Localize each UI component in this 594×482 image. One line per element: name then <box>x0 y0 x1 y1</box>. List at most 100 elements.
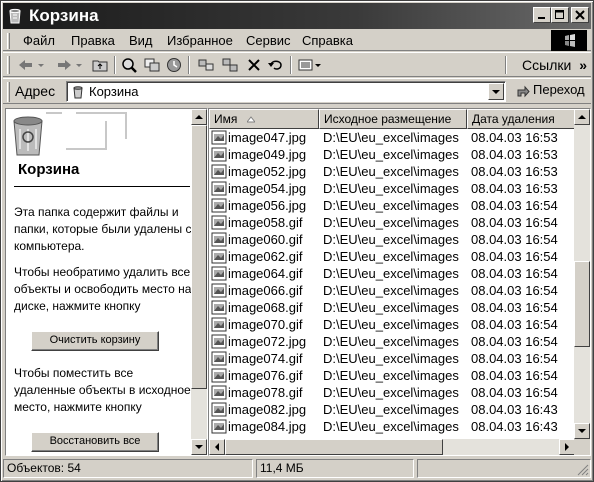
resize-grip-icon[interactable] <box>577 464 589 476</box>
table-row[interactable]: image056.jpg D:\EU\eu_excel\images 08.04.0… <box>209 197 575 214</box>
file-source: D:\EU\eu_excel\images <box>323 164 459 179</box>
file-name: image058.gif <box>228 215 303 230</box>
undo-icon[interactable] <box>267 57 285 73</box>
address-label: Адрес <box>15 83 56 99</box>
delete-icon[interactable] <box>245 57 263 73</box>
menu-view[interactable]: Вид <box>129 33 153 49</box>
maximize-button[interactable] <box>551 7 569 23</box>
file-list-vscrollbar[interactable] <box>574 109 590 439</box>
column-header-date[interactable]: Дата удаления <box>467 109 575 129</box>
file-source: D:\EU\eu_excel\images <box>323 351 459 366</box>
address-bar: Адрес Корзина Переход <box>3 78 591 104</box>
window-title: Корзина <box>29 6 99 25</box>
address-input[interactable]: Корзина <box>66 81 506 102</box>
file-name: image054.jpg <box>228 181 307 196</box>
move-to-icon[interactable] <box>197 57 215 73</box>
info-panel-scrollbar[interactable] <box>191 109 207 455</box>
column-header-source[interactable]: Исходное размещение <box>319 109 467 129</box>
table-row[interactable]: image064.gif D:\EU\eu_excel\images 08.04.0… <box>209 265 575 282</box>
image-file-icon <box>211 368 227 383</box>
info-panel: Корзина Эта папка содержит файлы и папки… <box>5 108 208 456</box>
table-row[interactable]: image060.gif D:\EU\eu_excel\images 08.04.0… <box>209 231 575 248</box>
column-header-name[interactable]: Имя <box>209 109 319 129</box>
file-name: image082.jpg <box>228 402 307 417</box>
links-more-chevron-icon[interactable]: » <box>579 57 587 73</box>
up-folder-icon[interactable] <box>91 57 109 73</box>
views-icon[interactable] <box>297 57 323 73</box>
file-name: image056.jpg <box>228 198 307 213</box>
file-list-hscrollbar[interactable] <box>209 439 575 455</box>
table-row[interactable]: image054.jpg D:\EU\eu_excel\images 08.04.0… <box>209 180 575 197</box>
file-name: image052.jpg <box>228 164 307 179</box>
status-zone <box>417 459 591 478</box>
scroll-down-button[interactable] <box>191 439 207 455</box>
table-row[interactable]: image052.jpg D:\EU\eu_excel\images 08.04.0… <box>209 163 575 180</box>
title-bar[interactable]: Корзина <box>3 3 591 29</box>
file-name: image066.gif <box>228 283 303 298</box>
image-file-icon <box>211 232 227 247</box>
minimize-button[interactable] <box>533 7 551 23</box>
toolbar-separator <box>290 56 292 74</box>
file-source: D:\EU\eu_excel\images <box>323 385 459 400</box>
forward-dropdown-icon[interactable] <box>75 57 83 73</box>
table-row[interactable]: image074.gif D:\EU\eu_excel\images 08.04.0… <box>209 350 575 367</box>
table-row[interactable]: image078.gif D:\EU\eu_excel\images 08.04.0… <box>209 384 575 401</box>
copy-to-icon[interactable] <box>221 57 239 73</box>
file-date: 08.04.03 16:53 <box>471 181 558 196</box>
back-dropdown-icon[interactable] <box>37 57 45 73</box>
links-toolbar[interactable]: Ссылки » <box>522 57 587 73</box>
table-row[interactable]: image082.jpg D:\EU\eu_excel\images 08.04.0… <box>209 401 575 418</box>
file-source: D:\EU\eu_excel\images <box>323 181 459 196</box>
image-file-icon <box>211 283 227 298</box>
table-row[interactable]: image062.gif D:\EU\eu_excel\images 08.04.0… <box>209 248 575 265</box>
image-file-icon <box>211 130 227 145</box>
back-arrow-icon[interactable] <box>17 57 35 73</box>
scroll-up-button[interactable] <box>574 109 590 125</box>
go-label: Переход <box>533 82 585 97</box>
menu-edit[interactable]: Правка <box>71 33 115 49</box>
file-date: 08.04.03 16:53 <box>471 130 558 145</box>
scroll-left-button[interactable] <box>209 439 225 455</box>
scroll-thumb[interactable] <box>225 439 443 455</box>
menu-file[interactable]: Файл <box>23 33 55 49</box>
menu-help[interactable]: Справка <box>302 33 353 49</box>
search-icon[interactable] <box>121 57 139 73</box>
info-text-description: Эта папка содержит файлы и папки, которы… <box>14 205 192 253</box>
scroll-down-button[interactable] <box>574 423 590 439</box>
table-row[interactable]: image066.gif D:\EU\eu_excel\images 08.04.0… <box>209 282 575 299</box>
forward-arrow-icon[interactable] <box>55 57 73 73</box>
file-source: D:\EU\eu_excel\images <box>323 283 459 298</box>
scroll-up-button[interactable] <box>191 109 207 125</box>
info-text-empty-hint: Чтобы необратимо удалить все объекты и о… <box>14 265 192 313</box>
go-button[interactable]: Переход <box>515 82 585 102</box>
file-name: image049.jpg <box>228 147 307 162</box>
restore-all-button[interactable]: Восстановить все <box>31 432 159 452</box>
address-grip[interactable] <box>7 82 10 102</box>
scroll-thumb[interactable] <box>574 261 590 347</box>
history-icon[interactable] <box>165 57 183 73</box>
table-row[interactable]: image047.jpg D:\EU\eu_excel\images 08.04.0… <box>209 129 575 146</box>
table-row[interactable]: image072.jpg D:\EU\eu_excel\images 08.04.0… <box>209 333 575 350</box>
info-panel-title: Корзина <box>18 161 80 178</box>
recycle-bin-icon <box>6 7 24 25</box>
table-row[interactable]: image068.gif D:\EU\eu_excel\images 08.04.0… <box>209 299 575 316</box>
menu-grip[interactable] <box>7 33 10 49</box>
empty-recycle-bin-button[interactable]: Очистить корзину <box>31 331 159 351</box>
image-file-icon <box>211 181 227 196</box>
image-file-icon <box>211 266 227 281</box>
toolbar-grip[interactable] <box>7 56 10 74</box>
scroll-right-button[interactable] <box>559 439 575 455</box>
table-row[interactable]: image084.jpg D:\EU\eu_excel\images 08.04.0… <box>209 418 575 435</box>
table-row[interactable]: image058.gif D:\EU\eu_excel\images 08.04.0… <box>209 214 575 231</box>
table-row[interactable]: image070.gif D:\EU\eu_excel\images 08.04.0… <box>209 316 575 333</box>
scroll-thumb[interactable] <box>191 125 207 389</box>
address-dropdown-button[interactable] <box>488 83 504 100</box>
menu-tools[interactable]: Сервис <box>246 33 291 49</box>
file-name: image068.gif <box>228 300 303 315</box>
menu-favorites[interactable]: Избранное <box>167 33 233 49</box>
close-button[interactable] <box>571 7 589 23</box>
table-row[interactable]: image049.jpg D:\EU\eu_excel\images 08.04.0… <box>209 146 575 163</box>
folders-icon[interactable] <box>143 57 161 73</box>
scroll-corner <box>574 439 590 455</box>
table-row[interactable]: image076.gif D:\EU\eu_excel\images 08.04.0… <box>209 367 575 384</box>
